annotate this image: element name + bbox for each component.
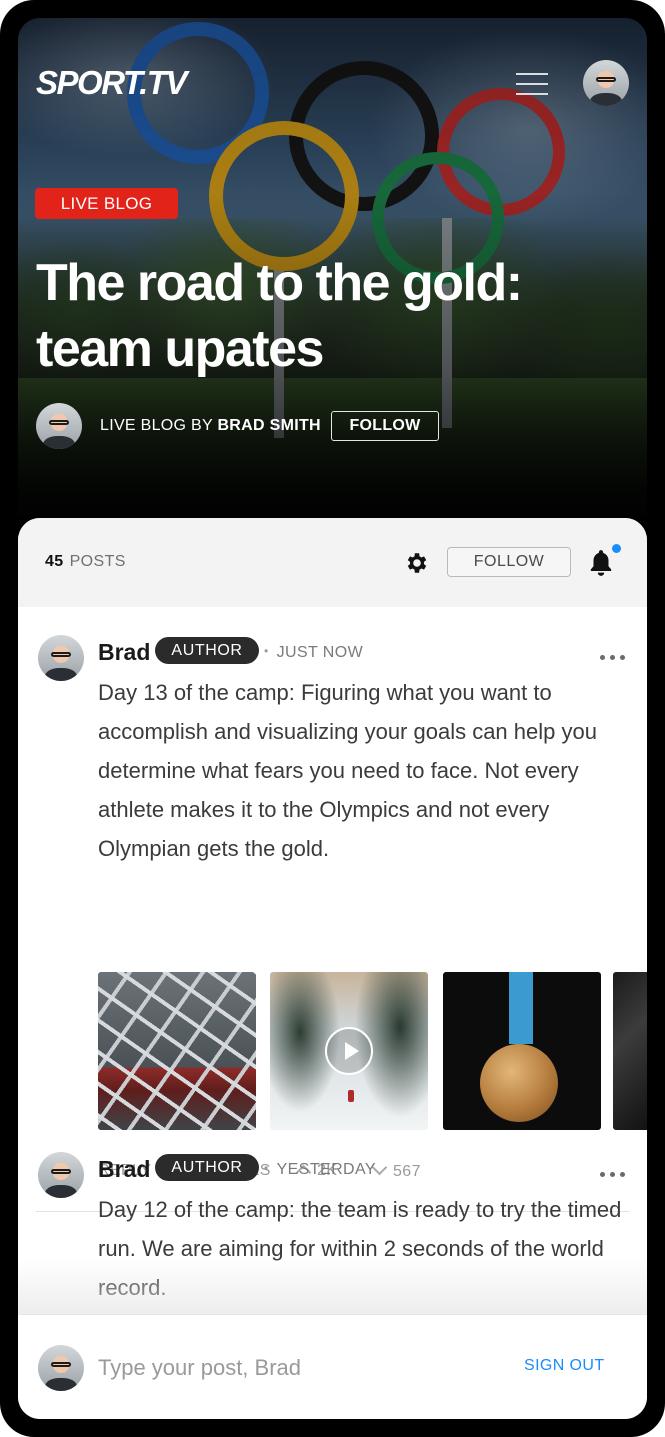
more-options-icon[interactable] [600,647,632,660]
stadium-photo[interactable] [98,972,256,1130]
post-timestamp: JUST NOW [264,644,363,662]
scroll-fade [18,1258,647,1314]
phone-frame: SPORT.TV LIVE BLOG The road to the gold:… [0,0,665,1437]
hamburger-menu-icon[interactable] [516,73,548,95]
tire-photo[interactable] [613,972,647,1130]
post-body: Day 13 of the camp: Figuring what you wa… [98,680,597,861]
post-author-name[interactable]: Brad [98,1156,150,1183]
live-feed: 45 POSTS FOLLOW Brad AUTHOR JUST NOW Day … [18,518,647,1419]
user-avatar[interactable] [583,60,629,106]
posts-count-label: POSTS [69,553,126,570]
author-badge: AUTHOR [155,1154,259,1181]
skier-figure [348,1090,354,1102]
byline: LIVE BLOG BY BRAD SMITH [100,417,321,435]
bell-icon[interactable] [588,548,614,578]
post-composer: SIGN OUT [18,1314,647,1419]
post-input[interactable] [98,1352,478,1384]
feed-post: Brad AUTHOR JUST NOW Day 13 of the camp:… [18,607,647,1213]
more-options-icon[interactable] [600,1164,632,1177]
follow-author-button[interactable]: FOLLOW [331,411,439,441]
medal-photo[interactable] [443,972,601,1130]
author-badge: AUTHOR [155,637,259,664]
notification-dot [612,544,621,553]
byline-author[interactable]: BRAD SMITH [217,417,320,434]
post-author-avatar[interactable] [38,635,84,681]
page-title: The road to the gold: team upates [36,254,523,378]
gear-icon[interactable] [404,550,430,576]
post-author-name[interactable]: Brad [98,639,150,666]
sport-tv-logo[interactable]: SPORT.TV [36,64,187,102]
media-carousel[interactable] [98,972,647,1130]
play-icon[interactable] [325,1027,373,1075]
posts-count: 45 POSTS [45,553,126,571]
byline-prefix: LIVE BLOG BY [100,417,213,434]
posts-count-number: 45 [45,553,64,570]
live-blog-badge: LIVE BLOG [35,188,178,219]
feed-toolbar: 45 POSTS FOLLOW [18,518,647,607]
follow-blog-button[interactable]: FOLLOW [447,547,571,577]
post-timestamp: YESTERDAY [264,1161,376,1179]
ski-video[interactable] [270,972,428,1130]
author-avatar[interactable] [36,403,82,449]
composer-avatar [38,1345,84,1391]
sign-out-link[interactable]: SIGN OUT [524,1357,605,1375]
post-author-avatar[interactable] [38,1152,84,1198]
